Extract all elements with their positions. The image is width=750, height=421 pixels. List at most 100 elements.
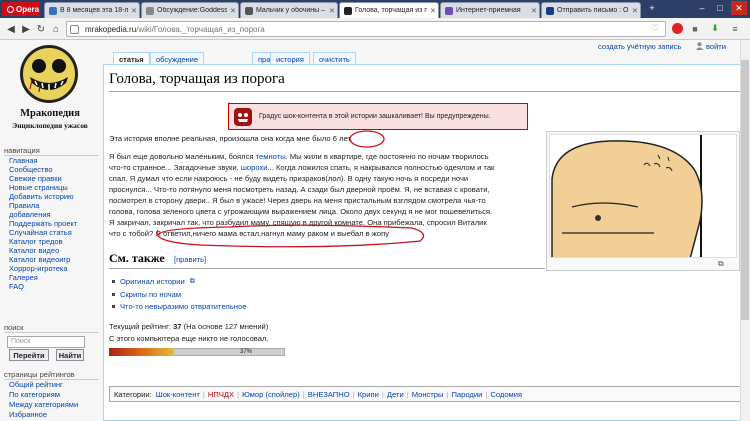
list-item[interactable]: Что-то невыразимо отвратительное xyxy=(112,302,246,311)
nav-section-title: навигация xyxy=(4,146,40,155)
new-tab-icon[interactable]: + xyxy=(644,1,660,15)
browser-tab[interactable]: В 8 месяцев эта 18-летн... ✕ xyxy=(44,2,140,18)
home-icon[interactable]: ⌂ xyxy=(49,22,63,36)
back-icon[interactable]: ◀ xyxy=(4,22,18,36)
story-paragraph-line: что-то странное... Загадочные звуки, шор… xyxy=(109,163,495,172)
reload-icon[interactable]: ↻ xyxy=(34,22,48,36)
category-link[interactable]: Дети xyxy=(387,390,404,399)
tab-title: Интернет-приемная xyxy=(456,7,521,14)
browser-tab[interactable]: Отправить письмо : О... ✕ xyxy=(541,2,641,18)
opera-menu-button[interactable]: Opera xyxy=(2,2,40,16)
link-rustles[interactable]: шорохи xyxy=(241,163,268,172)
adblock-icon[interactable] xyxy=(670,21,684,36)
close-window-icon[interactable]: ✕ xyxy=(731,1,747,15)
user-icon xyxy=(696,42,703,50)
close-tab-icon[interactable]: ✕ xyxy=(230,7,238,15)
external-link-icon: ⧉ xyxy=(189,277,195,285)
story-paragraph-line: что с тобой? Я ответил,ничего мама встал… xyxy=(109,229,390,238)
smiley-face-icon xyxy=(20,45,78,103)
search-section-divider xyxy=(4,332,98,333)
menu-icon[interactable]: ≡ xyxy=(728,21,742,36)
sidebar-rating-item[interactable]: Избранное xyxy=(9,410,47,420)
address-bar-input[interactable]: mrakopedia.ru/wiki/Голова,_торчащая_из_п… xyxy=(66,21,666,37)
story-paragraph-line: Эта история вполне реальная, произошла о… xyxy=(109,134,353,143)
url-path: /wiki/Голова,_торчащая_из_порога xyxy=(136,24,265,34)
extension-icon[interactable]: ■ xyxy=(688,21,702,36)
sidebar-rating-item[interactable]: Общий рейтинг xyxy=(9,380,63,390)
category-link[interactable]: Шок-контент xyxy=(156,390,200,399)
list-item[interactable]: Скрипы по ночам xyxy=(112,290,181,299)
tab-title: Обсуждение:Goddess o... xyxy=(157,7,227,14)
browser-tab[interactable]: Обсуждение:Goddess o... ✕ xyxy=(141,2,239,18)
sidebar-nav-item[interactable]: FAQ xyxy=(9,282,24,292)
search-input[interactable]: Поиск xyxy=(7,336,85,348)
section-divider xyxy=(109,268,545,269)
tab-favicon-icon xyxy=(146,6,154,15)
scrollbar-thumb[interactable] xyxy=(741,60,749,320)
see-also-heading: См. также xyxy=(109,251,165,265)
close-tab-icon[interactable]: ✕ xyxy=(329,7,337,15)
category-link[interactable]: Монстры xyxy=(412,390,444,399)
maximize-icon[interactable]: □ xyxy=(712,1,728,15)
vote-status: С этого компьютера еще никто не голосова… xyxy=(109,334,269,343)
login-link[interactable]: войти xyxy=(706,42,726,51)
close-tab-icon[interactable]: ✕ xyxy=(131,7,139,15)
bookmark-heart-icon[interactable]: ♡ xyxy=(648,21,662,36)
story-paragraph-line: проснулся... Что-то потянуло меня посмот… xyxy=(109,185,490,194)
warning-text: Градус шок-контента в этой истории зашка… xyxy=(259,113,491,120)
browser-tab[interactable]: Интернет-приемная ✕ xyxy=(440,2,540,18)
close-tab-icon[interactable]: ✕ xyxy=(531,7,539,15)
opera-label: Opera xyxy=(16,4,40,14)
forward-icon[interactable]: ▶ xyxy=(19,22,33,36)
tab-favicon-icon xyxy=(245,6,253,15)
sidebar-rating-item[interactable]: По категориям xyxy=(9,390,60,400)
edit-section-link[interactable]: [править] xyxy=(174,255,206,264)
warning-monster-icon xyxy=(234,108,252,126)
page-info-icon[interactable] xyxy=(70,25,79,34)
shock-warning-box: Градус шок-контента в этой истории зашка… xyxy=(228,103,528,130)
opera-icon xyxy=(7,5,14,13)
bullet-icon xyxy=(112,305,115,308)
green-head-image[interactable] xyxy=(549,134,737,258)
category-link[interactable]: Крипи xyxy=(358,390,379,399)
category-link[interactable]: Юмор (спойлер) xyxy=(242,390,300,399)
story-paragraph-line: спал. Я думал что если накроюсь - не буд… xyxy=(109,174,469,183)
close-tab-icon[interactable]: ✕ xyxy=(632,7,640,15)
browser-tab-active[interactable]: Голова, торчащая из п... ✕ xyxy=(339,2,439,18)
bullet-icon xyxy=(112,293,115,296)
find-button[interactable]: Найти xyxy=(56,349,84,361)
tab-title: В 8 месяцев эта 18-летн... xyxy=(60,7,128,14)
categories-label: Категории: xyxy=(114,389,152,399)
category-link[interactable]: ВНЕЗАПНО xyxy=(308,390,350,399)
browser-tab[interactable]: Мальчик у обочины – ... ✕ xyxy=(240,2,338,18)
story-paragraph-line: Я закричал, закричал так, что разбудил м… xyxy=(109,218,487,227)
tab-favicon-icon xyxy=(344,6,352,15)
download-icon[interactable]: ⬇ xyxy=(708,21,722,36)
story-paragraph-line: посмотрел в сторону двери.. Я был в ужас… xyxy=(109,196,486,205)
bullet-icon xyxy=(112,280,115,283)
link-darkness[interactable]: темноты xyxy=(256,152,286,161)
list-item[interactable]: Оригинал истории ⧉ xyxy=(112,277,195,286)
categories-box: Категории: Шок-контент | НПЧДХ | Юмор (спо… xyxy=(109,386,741,402)
site-logo[interactable]: Мракопедия Энциклопедия ужасов xyxy=(6,44,94,144)
rating-bar-fill xyxy=(109,348,174,356)
go-button[interactable]: Перейти xyxy=(9,349,49,361)
sidebar-rating-item[interactable]: Между категориями xyxy=(9,400,78,410)
page-title: Голова, торчащая из порога xyxy=(109,71,285,87)
tab-favicon-icon xyxy=(49,6,57,15)
search-section-title: поиск xyxy=(4,323,24,332)
category-link[interactable]: Пародии xyxy=(451,390,482,399)
rating-bar-label: 37% xyxy=(239,349,252,355)
category-link[interactable]: НПЧДХ xyxy=(208,390,234,399)
close-tab-icon[interactable]: ✕ xyxy=(430,7,438,15)
logo-subtitle: Энциклопедия ужасов xyxy=(12,121,88,130)
tab-favicon-icon xyxy=(546,6,554,15)
create-account-link[interactable]: создать учётную запись xyxy=(598,42,681,51)
story-paragraph-line: голова, голова зеленого цвета с угрожающ… xyxy=(109,207,493,216)
minimize-icon[interactable]: – xyxy=(694,1,710,15)
tab-title: Голова, торчащая из п... xyxy=(355,7,427,14)
category-link[interactable]: Содомия xyxy=(490,390,522,399)
url-host: mrakopedia.ru xyxy=(85,24,137,34)
logo-title: Мракопедия xyxy=(20,108,80,119)
enlarge-icon[interactable]: ⧉ xyxy=(718,259,724,269)
